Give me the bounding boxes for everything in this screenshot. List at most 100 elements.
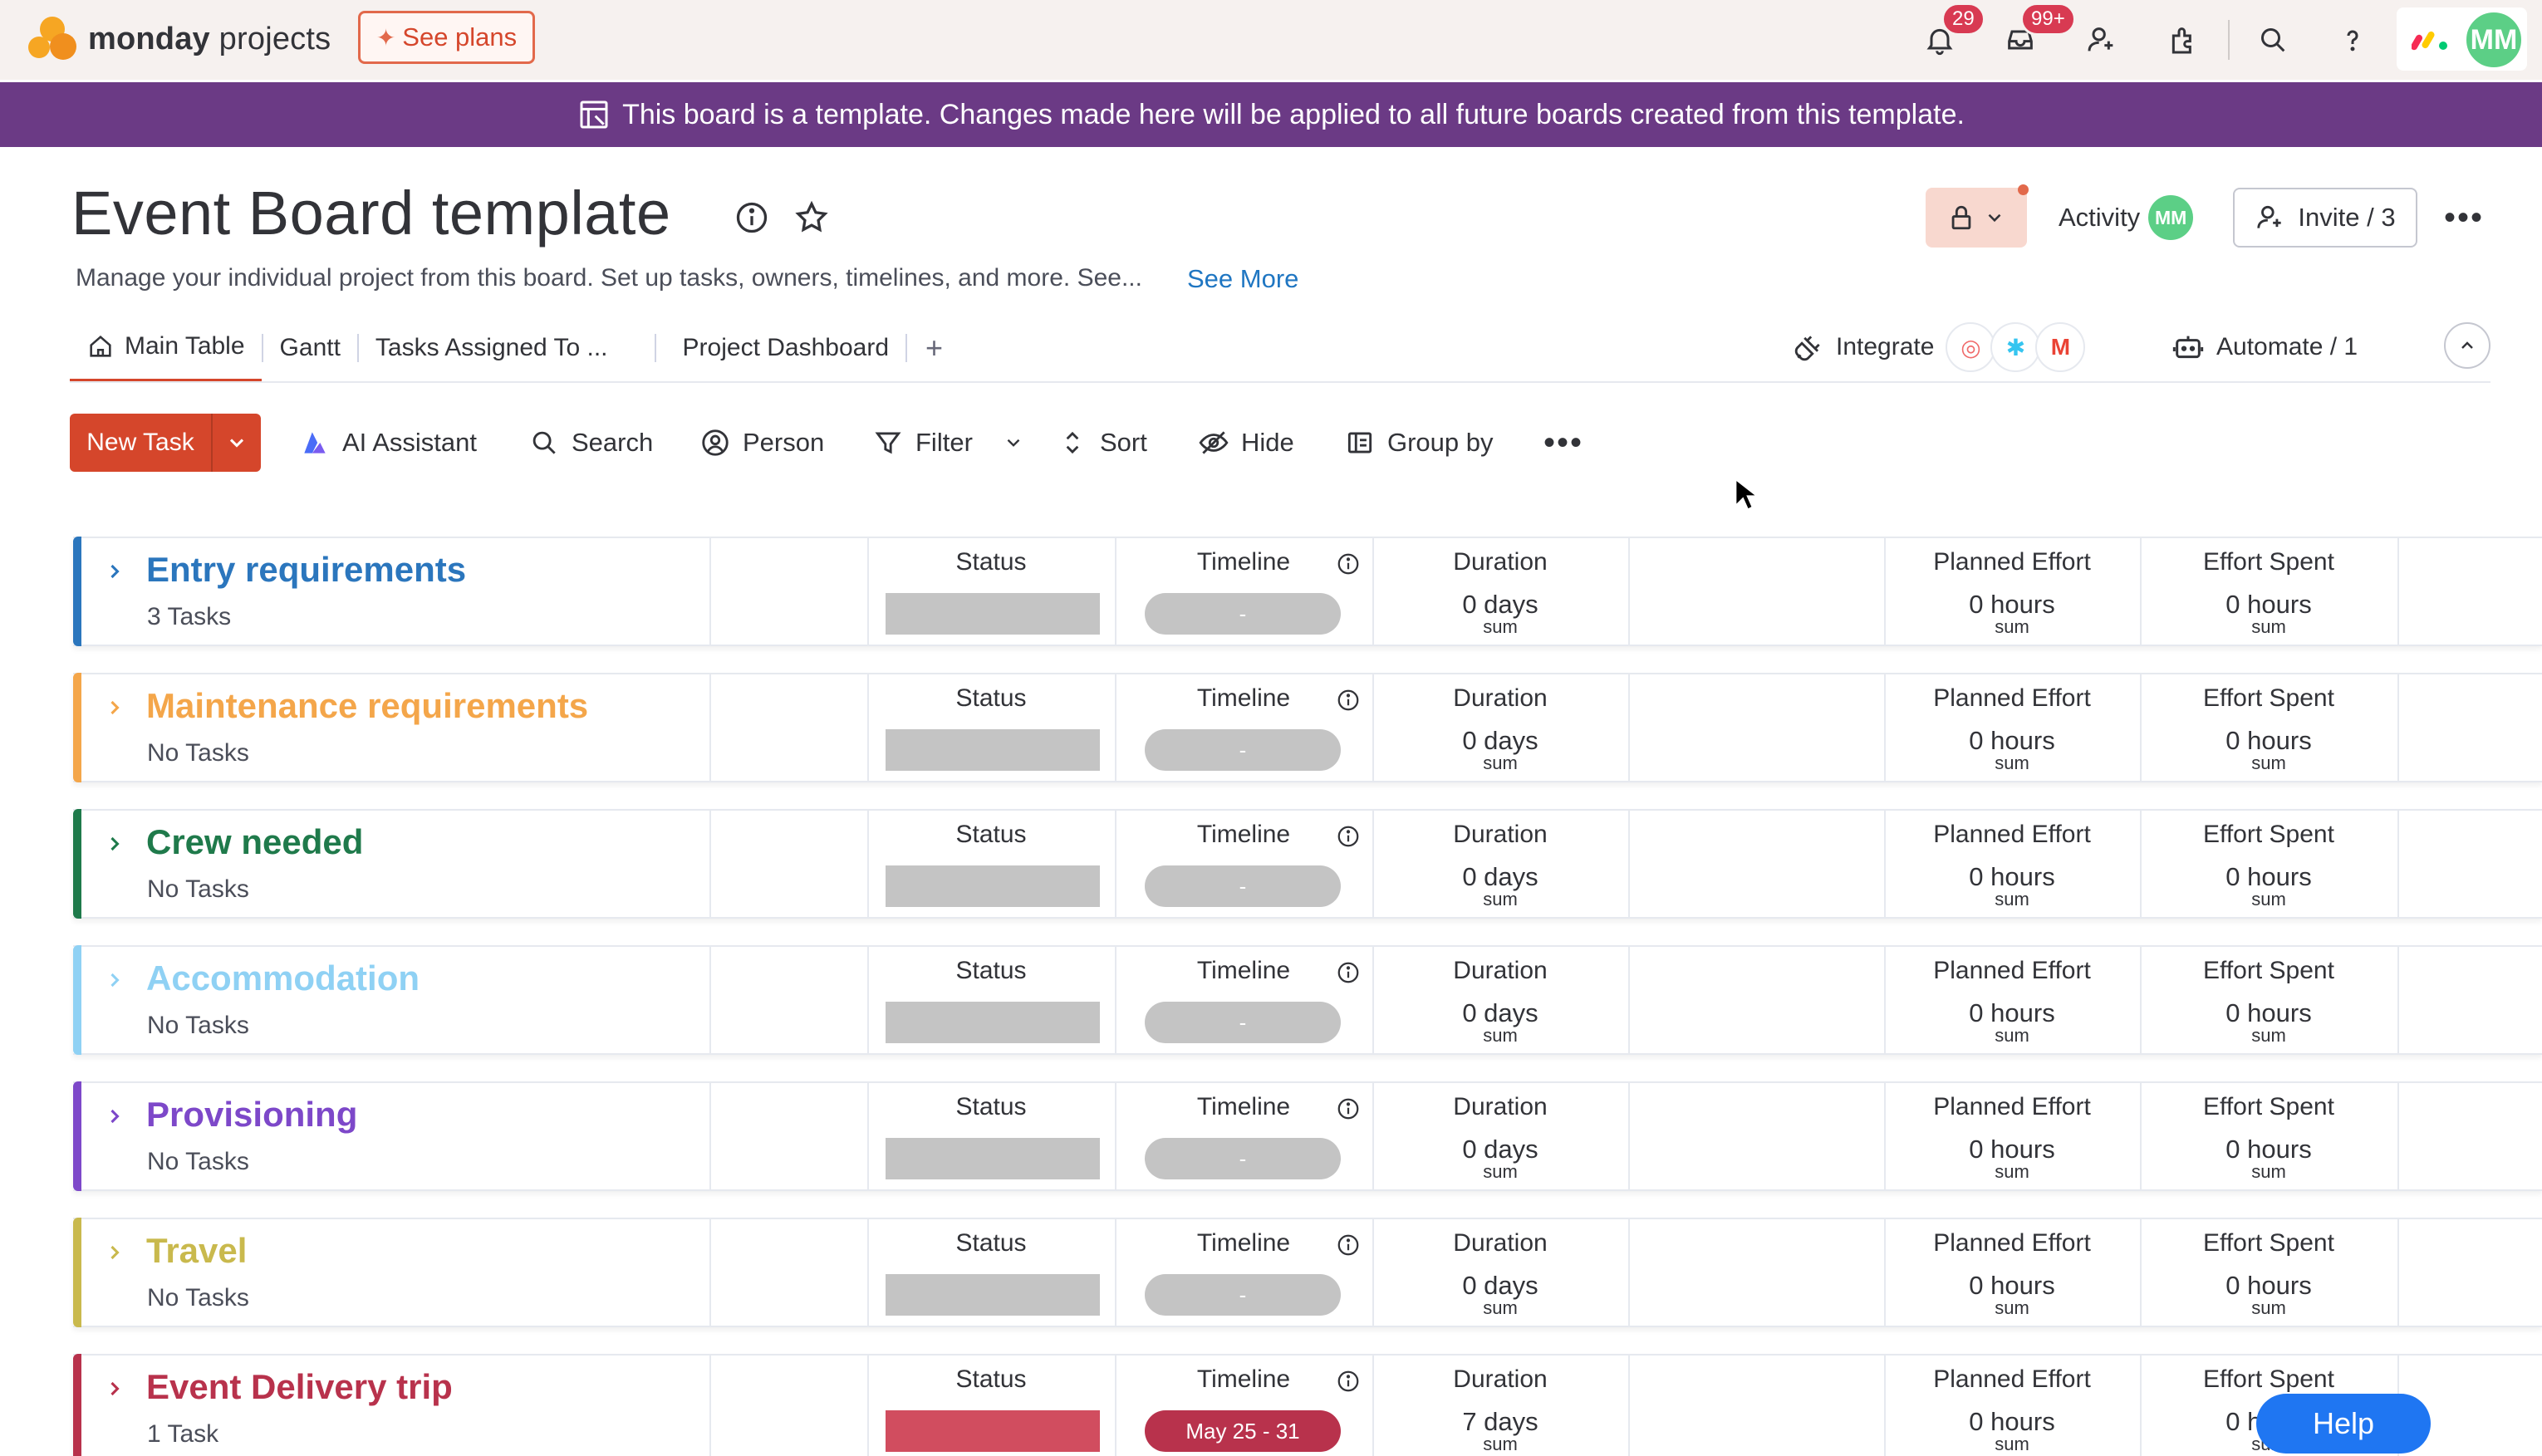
group-title[interactable]: Entry requirements (146, 550, 466, 590)
toolbar-more-button[interactable]: ••• (1543, 414, 1583, 472)
group-by-button[interactable]: Group by (1344, 414, 1494, 472)
duration-column-header[interactable]: Duration (1372, 684, 1628, 713)
group-title[interactable]: Crew needed (146, 822, 363, 862)
info-icon[interactable] (1336, 824, 1361, 849)
status-column-header[interactable]: Status (867, 1365, 1115, 1394)
planned-effort-column-header[interactable]: Planned Effort (1884, 821, 2140, 849)
automate-button[interactable]: Automate / 1 (2171, 321, 2358, 374)
info-icon[interactable] (1336, 1233, 1361, 1257)
status-column-header[interactable]: Status (867, 684, 1115, 713)
tab-main-table[interactable]: Main Table (70, 314, 262, 382)
person-filter-button[interactable]: Person (699, 414, 824, 472)
chevron-down-icon[interactable] (1003, 432, 1024, 453)
status-column-header[interactable]: Status (867, 1093, 1115, 1121)
notifications-button[interactable]: 29 (1916, 2, 1985, 63)
board-title[interactable]: Event Board template (71, 178, 671, 248)
group-title[interactable]: Event Delivery trip (146, 1367, 453, 1407)
planned-effort-column-header[interactable]: Planned Effort (1884, 957, 2140, 985)
app-logo[interactable]: monday projects (28, 13, 331, 65)
collapse-header-button[interactable] (2444, 322, 2490, 369)
board-permissions-button[interactable] (1926, 188, 2027, 248)
timeline-column-header[interactable]: Timeline (1115, 1365, 1372, 1394)
duration-column-header[interactable]: Duration (1372, 548, 1628, 576)
column-divider (1628, 1354, 1630, 1456)
duration-column-header[interactable]: Duration (1372, 1365, 1628, 1394)
info-icon[interactable] (1336, 1096, 1361, 1121)
timeline-column-header[interactable]: Timeline (1115, 684, 1372, 713)
hide-button[interactable]: Hide (1198, 414, 1294, 472)
effort-spent-column-header[interactable]: Effort Spent (2140, 821, 2397, 849)
add-view-button[interactable]: + (907, 331, 961, 365)
new-task-dropdown[interactable] (213, 431, 261, 454)
board-more-button[interactable]: ••• (2439, 188, 2489, 248)
timeline-column-header[interactable]: Timeline (1115, 1229, 1372, 1257)
expand-group-icon[interactable] (103, 1239, 126, 1269)
effort-spent-sum-value: 0 hours (2225, 726, 2312, 755)
group-title[interactable]: Travel (146, 1231, 247, 1271)
effort-spent-column-header[interactable]: Effort Spent (2140, 548, 2397, 576)
effort-spent-column-header[interactable]: Effort Spent (2140, 957, 2397, 985)
invite-member-icon (2088, 27, 2113, 51)
ai-assistant-button[interactable]: AI Assistant (299, 414, 477, 472)
invite-members-button[interactable] (2078, 17, 2125, 63)
status-column-header[interactable]: Status (867, 548, 1115, 576)
effort-spent-column-header[interactable]: Effort Spent (2140, 1365, 2397, 1394)
expand-group-icon[interactable] (103, 967, 126, 997)
planned-effort-column-header[interactable]: Planned Effort (1884, 1229, 2140, 1257)
integrate-button[interactable]: Integrate ◎ ✱ M (1793, 321, 2086, 374)
see-plans-button[interactable]: ✦ See plans (358, 11, 535, 64)
star-icon[interactable] (793, 199, 830, 236)
info-icon[interactable] (734, 199, 770, 236)
user-avatar[interactable]: MM (2464, 10, 2524, 70)
info-icon[interactable] (1336, 552, 1361, 576)
info-icon[interactable] (1336, 688, 1361, 713)
duration-column-header[interactable]: Duration (1372, 1229, 1628, 1257)
planned-effort-column-header[interactable]: Planned Effort (1884, 1093, 2140, 1121)
search-button[interactable]: Search (528, 414, 653, 472)
expand-group-icon[interactable] (103, 1375, 126, 1405)
invite-button[interactable]: Invite / 3 (2233, 188, 2417, 248)
effort-spent-column-header[interactable]: Effort Spent (2140, 1229, 2397, 1257)
tab-tasks-assigned[interactable]: Tasks Assigned To ... (359, 314, 655, 382)
see-more-link[interactable]: See More (1187, 264, 1298, 294)
global-search-button[interactable] (2250, 17, 2296, 63)
planned-effort-column-header[interactable]: Planned Effort (1884, 548, 2140, 576)
group-title[interactable]: Provisioning (146, 1095, 357, 1135)
sort-button[interactable]: Sort (1057, 414, 1147, 472)
effort-spent-column-header[interactable]: Effort Spent (2140, 684, 2397, 713)
timeline-column-header[interactable]: Timeline (1115, 548, 1372, 576)
info-icon[interactable] (1336, 1369, 1361, 1394)
tab-gantt[interactable]: Gantt (263, 314, 357, 382)
expand-group-icon[interactable] (103, 558, 126, 588)
timeline-column-header[interactable]: Timeline (1115, 1093, 1372, 1121)
activity-button[interactable]: Activity MM (2059, 188, 2194, 248)
timeline-summary: - (1145, 593, 1341, 635)
filter-button[interactable]: Filter (872, 414, 1024, 472)
expand-group-icon[interactable] (103, 694, 126, 724)
timeline-column-header[interactable]: Timeline (1115, 821, 1372, 849)
expand-group-icon[interactable] (103, 1103, 126, 1133)
tab-project-dashboard[interactable]: Project Dashboard (656, 314, 905, 382)
group-title[interactable]: Accommodation (146, 958, 420, 998)
apps-button[interactable] (2160, 17, 2206, 63)
effort-spent-column-header[interactable]: Effort Spent (2140, 1093, 2397, 1121)
group-title[interactable]: Maintenance requirements (146, 686, 588, 726)
status-column-header[interactable]: Status (867, 957, 1115, 985)
status-column-header[interactable]: Status (867, 821, 1115, 849)
duration-column-header[interactable]: Duration (1372, 1093, 1628, 1121)
status-column-header[interactable]: Status (867, 1229, 1115, 1257)
planned-effort-column-header[interactable]: Planned Effort (1884, 1365, 2140, 1394)
help-center-button[interactable] (2329, 17, 2376, 63)
planned-effort-sum-value: 0 hours (1969, 998, 2055, 1027)
new-task-button[interactable]: New Task (70, 414, 261, 472)
duration-column-header[interactable]: Duration (1372, 957, 1628, 985)
planned-effort-column-header[interactable]: Planned Effort (1884, 684, 2140, 713)
duration-column-header[interactable]: Duration (1372, 821, 1628, 849)
expand-group-icon[interactable] (103, 831, 126, 860)
timeline-column-header[interactable]: Timeline (1115, 957, 1372, 985)
group-color-bar (73, 809, 81, 919)
help-button[interactable]: Help (2256, 1394, 2431, 1454)
info-icon[interactable] (1336, 960, 1361, 985)
inbox-button[interactable]: 99+ (1997, 2, 2076, 63)
task-group: Accommodation No Tasks Status Timeline -… (73, 945, 2542, 1055)
